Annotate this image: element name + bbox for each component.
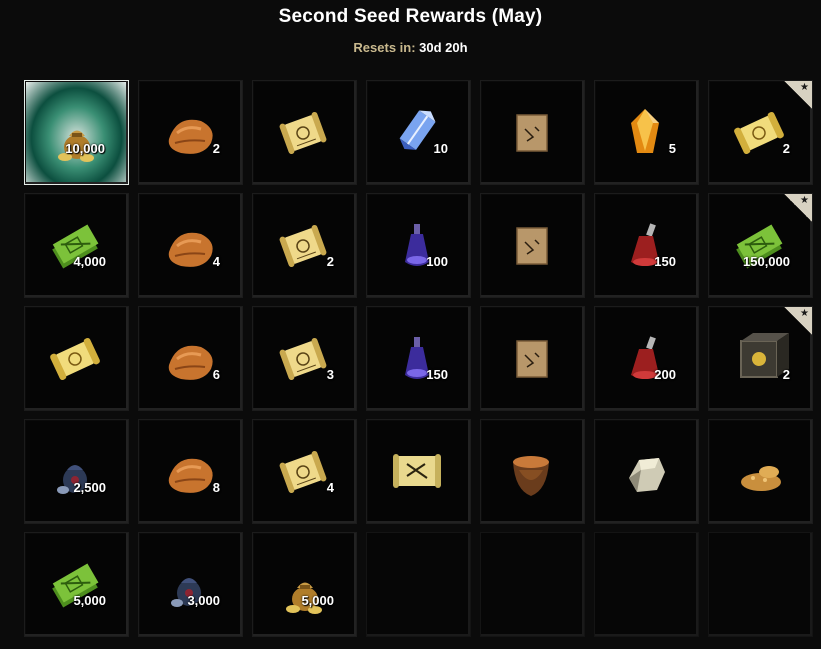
reward-slot[interactable]: 2,500	[24, 419, 129, 524]
reward-slot[interactable]	[252, 80, 357, 185]
reward-slot[interactable]: 2	[252, 193, 357, 298]
star-badge: ★	[784, 81, 812, 109]
reward-slot[interactable]: 6	[138, 306, 243, 411]
potion-purple-icon	[367, 194, 470, 302]
rewards-grid: 10,000 2 10 5 2 ★ 4,000 4 2 100 150 150,000 ★ 6 3 150 20…	[24, 80, 813, 637]
star-icon: ★	[800, 308, 809, 319]
reward-quantity: 5	[668, 141, 676, 156]
treasure-map-icon	[481, 81, 584, 189]
tickets-icon	[25, 533, 128, 641]
reward-slot[interactable]: 4	[138, 193, 243, 298]
ore-icon	[595, 420, 698, 528]
gem-icon	[595, 81, 698, 189]
blue-pouch-icon	[139, 533, 242, 641]
scroll-icon	[25, 307, 128, 415]
empty-reward-slot	[366, 532, 471, 637]
reward-quantity: 2,500	[73, 480, 106, 495]
tickets-icon	[25, 194, 128, 302]
reward-slot[interactable]: 150	[366, 306, 471, 411]
reward-slot[interactable]	[480, 419, 585, 524]
reward-slot[interactable]: 4,000	[24, 193, 129, 298]
star-badge: ★	[784, 307, 812, 335]
reward-slot[interactable]: 2 ★	[708, 306, 813, 411]
reward-slot[interactable]: 5,000	[24, 532, 129, 637]
bread-icon	[139, 420, 242, 528]
reward-slot[interactable]: 2	[138, 80, 243, 185]
reward-slot[interactable]: 200	[594, 306, 699, 411]
reward-quantity: 2	[782, 141, 790, 156]
reward-slot[interactable]: 8	[138, 419, 243, 524]
bread-icon	[139, 194, 242, 302]
reward-quantity: 4	[326, 480, 334, 495]
reward-quantity: 2	[326, 254, 334, 269]
scroll-icon	[253, 194, 356, 302]
treasure-map-icon	[481, 194, 584, 302]
reward-quantity: 10,000	[65, 141, 105, 156]
reward-slot[interactable]	[480, 80, 585, 185]
recipe-icon	[367, 420, 470, 528]
reward-quantity: 200	[654, 367, 676, 382]
reward-slot[interactable]: 3,000	[138, 532, 243, 637]
reward-quantity: 4	[212, 254, 220, 269]
scroll-icon	[253, 307, 356, 415]
reward-quantity: 3	[326, 367, 334, 382]
reward-slot[interactable]: 5,000	[252, 532, 357, 637]
reward-quantity: 6	[212, 367, 220, 382]
empty-reward-slot	[480, 532, 585, 637]
scroll-icon	[253, 81, 356, 189]
star-icon: ★	[800, 195, 809, 206]
reward-quantity: 10	[433, 141, 448, 156]
empty-reward-slot	[708, 532, 813, 637]
reward-slot[interactable]: 10	[366, 80, 471, 185]
reward-slot[interactable]	[480, 193, 585, 298]
reward-quantity: 150,000	[743, 254, 790, 269]
potion-purple-icon	[367, 307, 470, 415]
gold-pouch-icon	[253, 533, 356, 641]
reward-slot[interactable]: 150,000 ★	[708, 193, 813, 298]
treasure-map-icon	[481, 307, 584, 415]
reward-slot[interactable]: 150	[594, 193, 699, 298]
reward-slot[interactable]: 2 ★	[708, 80, 813, 185]
scroll-icon	[253, 420, 356, 528]
reward-quantity: 5,000	[301, 593, 334, 608]
reward-quantity: 150	[426, 367, 448, 382]
reward-quantity: 100	[426, 254, 448, 269]
reward-quantity: 2	[212, 141, 220, 156]
reward-slot[interactable]	[594, 419, 699, 524]
potion-red-icon	[595, 194, 698, 302]
reset-timer-value: 30d 20h	[419, 40, 468, 55]
blue-pouch-icon	[25, 420, 128, 528]
bread-icon	[139, 307, 242, 415]
reward-quantity: 2	[782, 367, 790, 382]
empty-reward-slot	[594, 532, 699, 637]
reward-slot[interactable]	[24, 306, 129, 411]
potion-red-icon	[595, 307, 698, 415]
crystal-icon	[367, 81, 470, 189]
reward-slot[interactable]: 3	[252, 306, 357, 411]
reward-slot[interactable]: 4	[252, 419, 357, 524]
reset-timer-label: Resets in:	[353, 40, 416, 55]
reward-slot[interactable]	[480, 306, 585, 411]
reward-quantity: 5,000	[73, 593, 106, 608]
reset-timer: Resets in: 30d 20h	[0, 40, 821, 55]
grain-icon	[709, 420, 812, 528]
reward-slot[interactable]	[366, 419, 471, 524]
reward-quantity: 150	[654, 254, 676, 269]
reward-quantity: 4,000	[73, 254, 106, 269]
star-icon: ★	[800, 82, 809, 93]
reward-slot[interactable]: 100	[366, 193, 471, 298]
page-title: Second Seed Rewards (May)	[278, 6, 543, 27]
reward-slot[interactable]: 10,000	[24, 80, 129, 185]
bowl-icon	[481, 420, 584, 528]
reward-slot[interactable]	[708, 419, 813, 524]
reward-quantity: 8	[212, 480, 220, 495]
gold-pouch-icon	[25, 81, 128, 189]
reward-slot[interactable]: 5	[594, 80, 699, 185]
reward-quantity: 3,000	[187, 593, 220, 608]
star-badge: ★	[784, 194, 812, 222]
bread-icon	[139, 81, 242, 189]
